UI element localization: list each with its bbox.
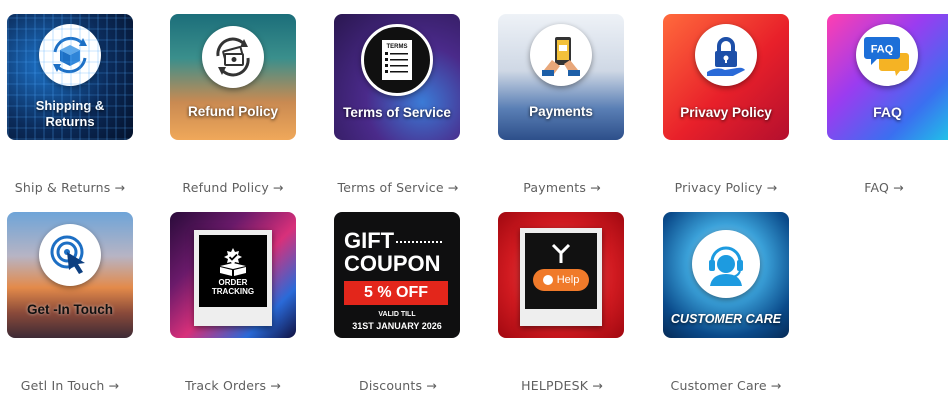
package-return-icon bbox=[39, 24, 101, 86]
faq-chat-bubble-icon: FAQ bbox=[856, 24, 918, 86]
privacy-policy-link[interactable]: Privacy Policy → bbox=[656, 180, 796, 195]
help-label: Help bbox=[556, 274, 580, 286]
terms-document-icon: TERMS bbox=[361, 24, 433, 96]
svg-text:TERMS: TERMS bbox=[387, 44, 408, 50]
tile-title: FAQ bbox=[873, 104, 902, 120]
payments-tile[interactable]: Payments bbox=[498, 14, 624, 140]
tile-title: Refund Policy bbox=[187, 104, 278, 119]
refund-policy-tile[interactable]: Refund Policy bbox=[170, 14, 296, 140]
terms-of-service-link[interactable]: Terms of Service → bbox=[328, 180, 468, 195]
faq-tile[interactable]: FAQ FAQ bbox=[827, 14, 948, 140]
link-label: HELPDESK bbox=[521, 378, 589, 393]
link-label: Privacy Policy bbox=[674, 180, 763, 195]
arrow-right-icon: → bbox=[592, 378, 603, 393]
touch-tap-icon bbox=[39, 224, 101, 286]
helpdesk-link[interactable]: HELPDESK → bbox=[492, 378, 632, 393]
privacy-policy-tile[interactable]: Privavy Policy bbox=[663, 14, 789, 140]
faq-link[interactable]: FAQ → bbox=[820, 180, 948, 195]
discounts-link[interactable]: Discounts → bbox=[328, 378, 468, 393]
link-label: Ship & Returns bbox=[14, 180, 111, 195]
payments-link[interactable]: Payments → bbox=[492, 180, 632, 195]
brand-logo-icon bbox=[551, 243, 571, 263]
track-orders-link[interactable]: Track Orders → bbox=[163, 378, 303, 393]
arrow-right-icon: → bbox=[270, 378, 281, 393]
link-label: Terms of Service bbox=[337, 180, 444, 195]
tile-title: Shipping & Returns bbox=[35, 98, 105, 129]
padlock-hand-icon bbox=[695, 24, 757, 86]
tile-title: Terms of Service bbox=[343, 105, 451, 120]
coupon-valid-label: VALID TILL bbox=[378, 311, 416, 318]
link-label: Track Orders bbox=[185, 378, 267, 393]
shipping-returns-tile[interactable]: Shipping & Returns bbox=[7, 14, 133, 140]
help-chat-icon: Help bbox=[533, 269, 589, 291]
customer-care-tile[interactable]: CUSTOMER CARE bbox=[663, 212, 789, 338]
polaroid-frame: Help bbox=[520, 228, 602, 326]
discounts-tile[interactable]: GIFT COUPON 5 % OFF VALID TILL 31ST JANU… bbox=[334, 212, 460, 338]
tile-title: CUSTOMER CARE bbox=[670, 312, 782, 326]
polaroid-frame: ORDER TRACKING bbox=[194, 230, 272, 326]
arrow-right-icon: → bbox=[770, 378, 782, 393]
tile-title: Payments bbox=[529, 104, 593, 119]
svg-text:FAQ: FAQ bbox=[871, 44, 894, 56]
get-in-touch-tile[interactable]: Get -In Touch bbox=[7, 212, 133, 338]
arrow-right-icon: → bbox=[893, 180, 904, 195]
arrow-right-icon: → bbox=[108, 378, 120, 393]
headset-agent-icon bbox=[692, 230, 760, 298]
help-screen: Help bbox=[525, 233, 597, 309]
tile-title: Get -In Touch bbox=[27, 302, 113, 317]
link-label: Payments bbox=[523, 180, 587, 195]
money-refund-icon bbox=[202, 26, 264, 88]
link-label: FAQ bbox=[864, 180, 890, 195]
arrow-right-icon: → bbox=[272, 180, 284, 195]
customer-care-link[interactable]: Customer Care → bbox=[656, 378, 796, 393]
arrow-right-icon: → bbox=[590, 180, 601, 195]
coupon-line2: COUPON bbox=[344, 251, 441, 276]
coupon-decoration bbox=[396, 241, 442, 243]
arrow-right-icon: → bbox=[114, 180, 126, 195]
order-box-check-icon: ORDER TRACKING bbox=[199, 235, 267, 307]
chat-bubble-icon bbox=[542, 275, 553, 285]
arrow-right-icon: → bbox=[447, 180, 459, 195]
link-label: Customer Care bbox=[670, 378, 767, 393]
arrow-right-icon: → bbox=[766, 180, 778, 195]
ship-returns-link[interactable]: Ship & Returns → bbox=[0, 180, 140, 195]
get-in-touch-link[interactable]: Getl In Touch → bbox=[0, 378, 140, 393]
tile-title: ORDER TRACKING bbox=[211, 278, 255, 296]
link-label: Getl In Touch bbox=[20, 378, 105, 393]
coupon-discount-badge: 5 % OFF bbox=[344, 281, 448, 305]
track-orders-tile[interactable]: ORDER TRACKING bbox=[170, 212, 296, 338]
terms-of-service-tile[interactable]: TERMS Terms of Service bbox=[334, 14, 460, 140]
link-label: Refund Policy bbox=[182, 180, 269, 195]
mobile-payment-icon bbox=[530, 24, 592, 86]
coupon-line1: GIFT bbox=[344, 228, 395, 253]
coupon-valid-date: 31ST JANUARY 2026 bbox=[352, 321, 442, 331]
refund-policy-link[interactable]: Refund Policy → bbox=[163, 180, 303, 195]
helpdesk-tile[interactable]: Help bbox=[498, 212, 624, 338]
tile-title: Privavy Policy bbox=[680, 105, 772, 120]
link-label: Discounts bbox=[359, 378, 423, 393]
arrow-right-icon: → bbox=[426, 378, 437, 393]
